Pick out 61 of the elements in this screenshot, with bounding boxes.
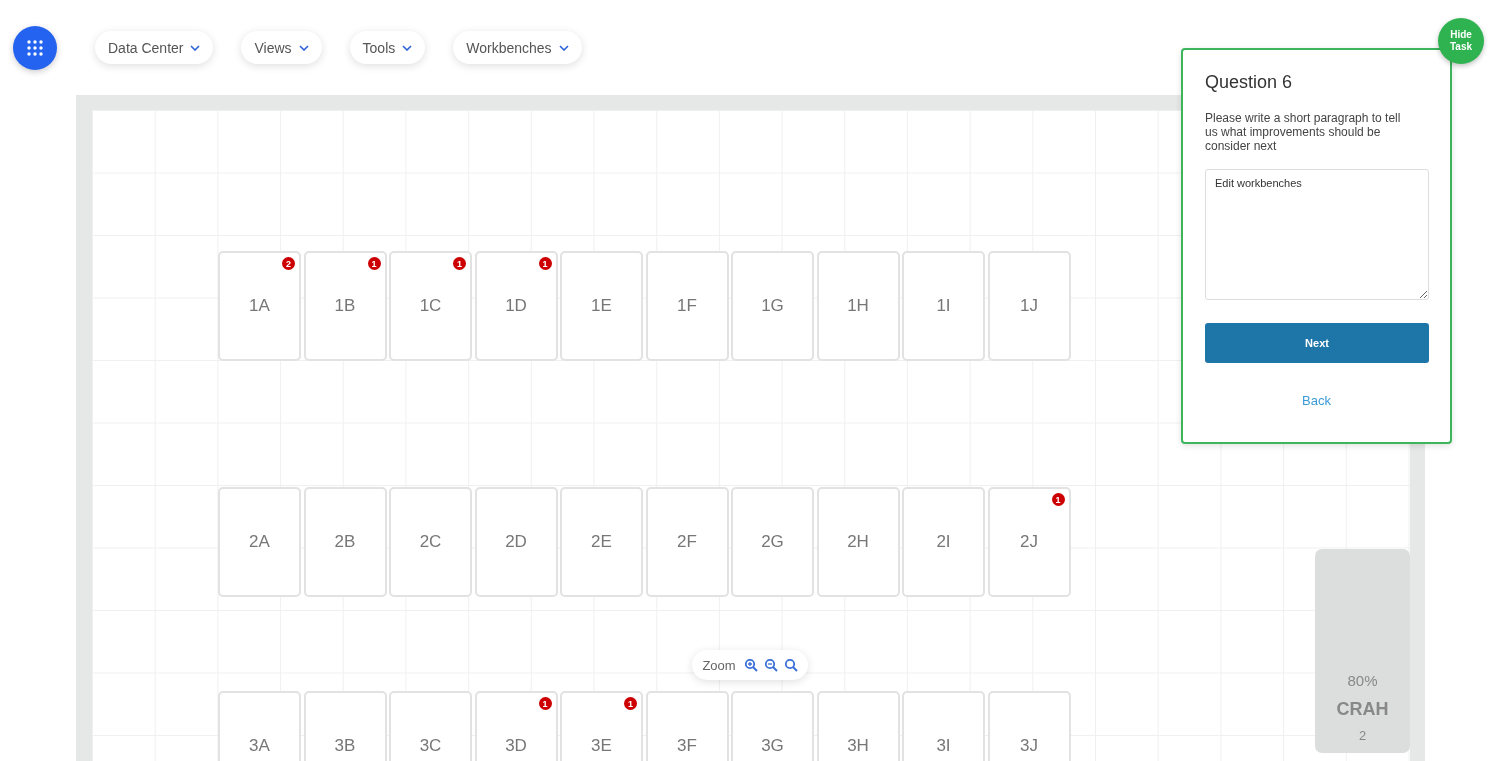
zoom-reset-icon[interactable]	[783, 658, 798, 672]
rack-tile[interactable]: 3C	[389, 691, 472, 761]
rack-tile[interactable]: 1D 1	[474, 251, 558, 361]
back-link[interactable]: Back	[1302, 393, 1331, 408]
menu-dropdown[interactable]: Workbenches	[453, 31, 582, 64]
rack-tile[interactable]: 2B	[303, 487, 387, 597]
rack-tile[interactable]: 3D 1	[474, 691, 558, 761]
chevron-down-icon	[558, 44, 569, 51]
zoom-out-icon[interactable]	[763, 658, 778, 672]
alert-badge: 1	[367, 257, 381, 270]
zoom-in-icon[interactable]	[743, 658, 758, 672]
rack-tile[interactable]: 1H	[816, 251, 900, 361]
crah-number: 2	[1358, 728, 1367, 743]
rack-tile[interactable]: 1G	[731, 251, 814, 361]
crah-load: 80%	[1347, 672, 1378, 689]
rack-tile[interactable]: 1B 1	[303, 251, 387, 361]
rack-tile[interactable]: 2A	[218, 487, 301, 597]
menu-dropdown[interactable]: Data Center	[95, 31, 214, 64]
rack-tile[interactable]: 2H	[816, 487, 900, 597]
rack-tile[interactable]: 1F	[645, 251, 729, 361]
rack-tile[interactable]: 3G	[731, 691, 814, 761]
rack-tile[interactable]: 1C 1	[389, 251, 472, 361]
rack-tile[interactable]: 2G	[731, 487, 814, 597]
rack-tile[interactable]: 2I	[902, 487, 985, 597]
alert-badge: 2	[282, 257, 295, 270]
answer-box[interactable]: Edit workbenches	[1205, 169, 1429, 300]
rack-tile[interactable]: 2J 1	[987, 487, 1071, 597]
rack-tile[interactable]: 3A	[218, 691, 301, 761]
question-prompt: Please write a short paragraph to tell us what improvements should be consider next	[1205, 111, 1402, 153]
apps-button[interactable]	[13, 25, 57, 70]
chevron-down-icon	[190, 44, 201, 51]
menu-dropdown[interactable]: Tools	[349, 31, 426, 64]
alert-badge: 1	[453, 257, 466, 270]
crah-unit[interactable]: 80% CRAH 2	[1315, 549, 1410, 753]
rack-tile[interactable]: 3E 1	[560, 691, 643, 761]
rack-tile[interactable]: 3F	[645, 691, 729, 761]
rack-tile[interactable]: 3H	[816, 691, 900, 761]
next-button[interactable]: Next	[1205, 323, 1429, 363]
zoom-label: Zoom	[702, 657, 736, 673]
alert-badge: 1	[624, 697, 637, 710]
rack-tile[interactable]: 2E	[560, 487, 643, 597]
hide-task-button[interactable]: Hide Task	[1438, 18, 1484, 64]
rack-tile[interactable]: 2C	[389, 487, 472, 597]
rack-tile[interactable]: 1J	[987, 251, 1071, 361]
alert-badge: 1	[538, 257, 552, 270]
chevron-down-icon	[402, 44, 413, 51]
rack-tile[interactable]: 3I	[902, 691, 985, 761]
rack-tile[interactable]: 3B	[303, 691, 387, 761]
rack-tile[interactable]: 2D	[474, 487, 558, 597]
crah-name: CRAH	[1336, 699, 1389, 720]
grid-icon	[27, 39, 43, 56]
chevron-down-icon	[298, 44, 309, 51]
rack-tile[interactable]: 1A 2	[218, 251, 301, 361]
rack-tile[interactable]: 1I	[902, 251, 985, 361]
alert-badge: 1	[1051, 493, 1065, 506]
alert-badge: 1	[538, 697, 552, 710]
rack-tile[interactable]: 1E	[560, 251, 643, 361]
rack-tile[interactable]: 3J	[987, 691, 1071, 761]
rack-tile[interactable]: 2F	[645, 487, 729, 597]
question-title: Question 6	[1205, 72, 1294, 93]
menu-dropdown[interactable]: Views	[241, 31, 322, 64]
